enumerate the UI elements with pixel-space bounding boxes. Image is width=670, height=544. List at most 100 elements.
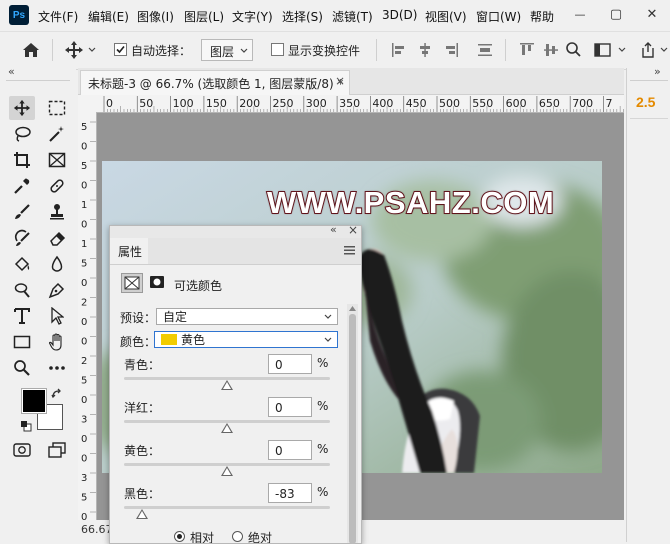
panel-menu-icon[interactable] [344,246,355,255]
minimize-button[interactable]: — [562,0,598,28]
history-brush-tool[interactable] [9,226,35,250]
swap-colors-icon[interactable] [51,388,63,400]
menu-type[interactable]: 文字(Y) [232,8,273,25]
horizontal-ruler[interactable]: 0 50 100 150 200 250 300 350 400 450 500 550 600 650 7… [96,95,624,113]
layer-mask-button[interactable] [147,273,169,293]
show-transform-checkbox[interactable] [271,43,284,56]
distribute-vertical-icon[interactable] [477,42,493,58]
method-relative-radio[interactable] [174,531,185,542]
ruler-label: 50 [139,97,153,110]
move-tool[interactable] [9,96,35,120]
magic-wand-tool[interactable] [44,122,70,146]
auto-select-checkbox[interactable] [114,43,127,56]
slider-thumb-0[interactable] [221,380,233,390]
menu-filter[interactable]: 滤镜(T) [332,8,373,25]
slider-unit-0: % [317,356,329,370]
menu-layer[interactable]: 图层(L) [184,8,224,25]
slider-thumb-1[interactable] [221,423,233,433]
slider-value-field-2[interactable]: 0 [268,440,312,460]
ruler-label: 0 [81,142,87,153]
lasso-tool[interactable] [9,122,35,146]
path-selection-tool[interactable] [44,304,70,328]
method-absolute-radio[interactable] [232,531,243,542]
align-left-icon[interactable] [391,42,407,58]
move-tool-preset[interactable] [64,40,100,60]
zoom-tool[interactable] [9,356,35,380]
crop-tool[interactable] [9,148,35,172]
colors-swatch [161,334,177,345]
colors-dropdown[interactable]: 黄色 [154,331,338,348]
properties-panel: « × 属性 可选颜色 预设： 自定 颜色： 黄色 青色： 0% 洋红： 0% 黄色： 0… [109,223,362,544]
scrollbar-thumb[interactable] [349,314,356,544]
zoom-level[interactable]: 66.67 [81,523,113,536]
align-hcenter-icon[interactable] [417,42,433,58]
preset-dropdown[interactable]: 自定 [156,308,338,325]
slider-value-field-0[interactable]: 0 [268,354,312,374]
menu-3d[interactable]: 3D(D) [382,8,417,22]
search-icon[interactable] [565,41,582,58]
menu-window[interactable]: 窗口(W) [476,8,521,25]
properties-scrollbar[interactable] [347,304,358,544]
screen-mode-button[interactable] [44,438,70,462]
menu-edit[interactable]: 编辑(E) [88,8,129,25]
slider-label-1: 洋红： [124,401,161,415]
menu-help[interactable]: 帮助 [530,8,554,25]
foreground-color-swatch[interactable] [21,388,47,414]
slider-track-3[interactable] [124,506,330,509]
slider-value-0: 0 [275,358,283,372]
ruler-label: 150 [206,97,227,110]
show-transform-label: 显示变换控件 [288,44,361,58]
document-tab[interactable]: 未标题-3 @ 66.7% (选取颜色 1, 图层蒙版/8) * × [80,70,350,95]
eyedropper-tool[interactable] [9,174,35,198]
auto-select-target-dropdown[interactable]: 图层 [201,39,253,61]
rectangle-tool[interactable] [9,330,35,354]
share-icon[interactable] [640,41,656,59]
slider-thumb-2[interactable] [221,466,233,476]
menu-file[interactable]: 文件(F) [38,8,78,25]
slider-value-field-3[interactable]: -83 [268,483,312,503]
slider-thumb-3[interactable] [135,509,148,519]
ruler-label: 1 [81,200,87,211]
marquee-tool[interactable] [44,96,70,120]
frame-tool[interactable] [44,148,70,172]
brush-tool[interactable] [9,200,35,224]
align-top-icon[interactable] [519,42,535,58]
stamp-tool[interactable] [44,200,70,224]
close-window-button[interactable]: ✕ [634,0,670,28]
type-tool[interactable] [9,304,35,328]
paint-bucket-icon [14,256,30,272]
blur-tool[interactable] [44,252,70,276]
hand-tool[interactable] [44,330,70,354]
collapse-toolbox-icon[interactable]: « [8,65,15,78]
app-logo[interactable]: Ps [9,5,29,25]
slider-value-field-1[interactable]: 0 [268,397,312,417]
healing-brush-tool[interactable] [44,174,70,198]
ruler-label: 5 [81,259,87,270]
default-colors-icon[interactable] [20,420,32,432]
more-tools-button[interactable] [44,356,70,380]
collapse-panel-icon[interactable]: « [330,223,337,236]
properties-tab[interactable]: 属性 [110,238,148,264]
adjustment-layer-button[interactable] [121,273,143,293]
close-panel-icon[interactable]: × [348,223,358,237]
menu-image[interactable]: 图像(I) [137,8,174,25]
paint-bucket-tool[interactable] [9,252,35,276]
align-right-icon[interactable] [443,42,459,58]
quick-mask-button[interactable] [9,438,35,462]
menu-select[interactable]: 选择(S) [282,8,323,25]
panel-value-readout[interactable]: 2.5 [636,94,655,110]
home-button[interactable] [20,40,42,60]
menu-view[interactable]: 视图(V) [425,8,467,25]
expand-panels-icon[interactable]: » [654,65,661,78]
restore-button[interactable]: ▢ [598,0,634,28]
close-tab-icon[interactable]: × [335,74,345,88]
vertical-ruler[interactable]: 5 0 5 0 1 0 1 5 0 2 0 0 2 5 0 3 0 0 3 5 0 [78,112,97,520]
dodge-tool[interactable] [9,278,35,302]
align-vcenter-icon[interactable] [543,42,559,58]
eraser-tool[interactable] [44,226,70,250]
chevron-down-icon[interactable] [618,47,626,53]
workspace-icon[interactable] [594,42,612,58]
pen-tool[interactable] [44,278,70,302]
chevron-down-icon[interactable] [660,47,668,53]
properties-titlebar[interactable]: « × [110,223,361,238]
